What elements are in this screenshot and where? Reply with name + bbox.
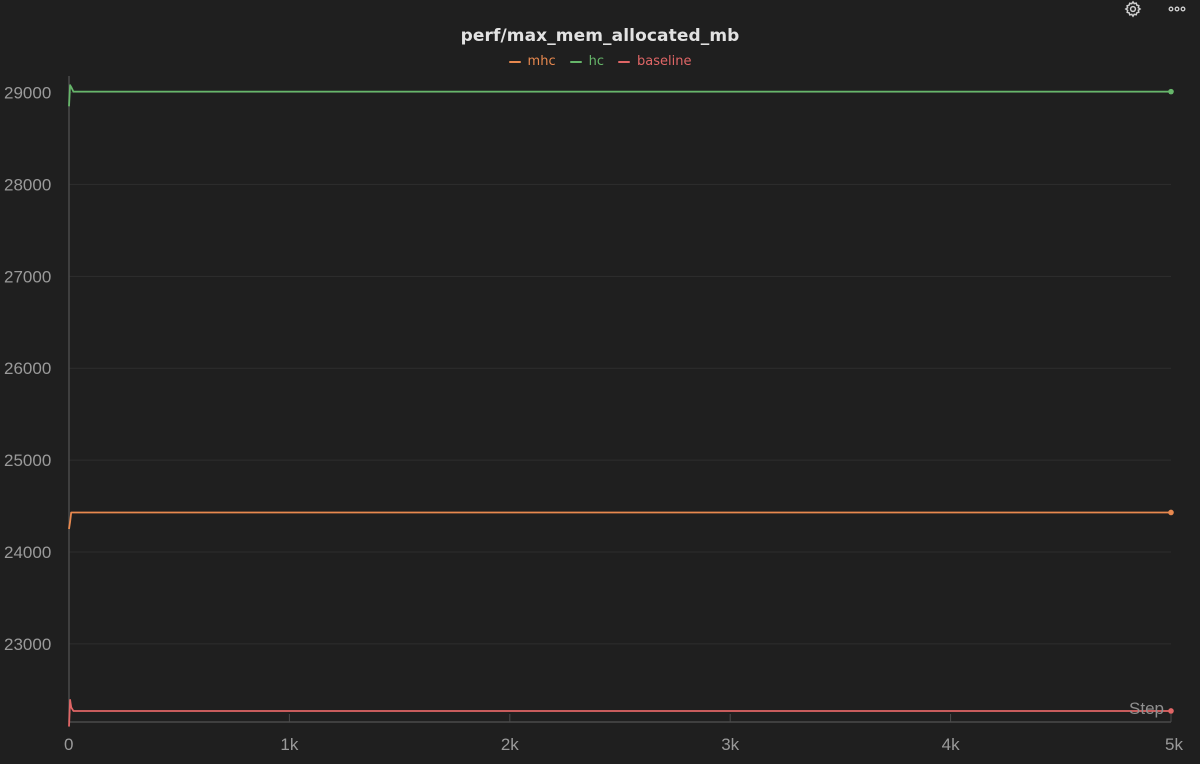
grid-layer	[69, 92, 1171, 645]
series-layer	[68, 84, 1174, 727]
x-axis-label: Step	[1129, 699, 1164, 718]
y-tick-label: 24000	[4, 543, 51, 562]
x-tick-label: 1k	[280, 735, 298, 754]
x-tick-label: 0	[64, 735, 73, 754]
series-line-mhc	[68, 511, 1171, 530]
chart-panel: perf/max_mem_allocated_mb mhc hc baselin…	[0, 0, 1200, 764]
series-line-hc	[68, 84, 1171, 107]
x-tick-label: 2k	[501, 735, 519, 754]
line-chart[interactable]: 23000 24000 25000 26000 27000 28000 29000 0 1k 2k…	[0, 0, 1200, 764]
y-tick-label: 28000	[4, 175, 51, 194]
x-tick-label: 3k	[721, 735, 739, 754]
x-tick-label: 5k	[1165, 735, 1183, 754]
y-tick-label: 25000	[4, 451, 51, 470]
y-tick-label: 27000	[4, 267, 51, 286]
series-end-point-baseline	[1168, 708, 1174, 714]
y-tick-label: 23000	[4, 635, 51, 654]
axis-layer: 23000 24000 25000 26000 27000 28000 29000 0 1k 2k…	[4, 76, 1183, 754]
series-end-point-hc	[1168, 88, 1174, 95]
y-tick-label: 29000	[4, 84, 51, 103]
x-tick-label: 4k	[942, 735, 960, 754]
y-tick-label: 26000	[4, 359, 51, 378]
series-end-point-mhc	[1168, 509, 1174, 516]
